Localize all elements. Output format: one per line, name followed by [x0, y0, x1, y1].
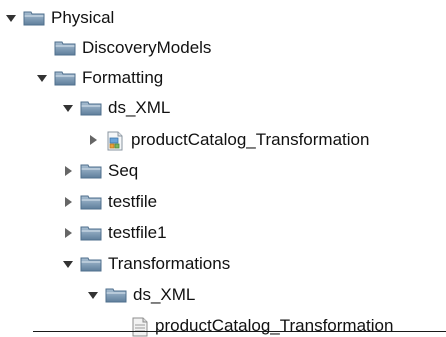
tree-node-product-catalog-transformation[interactable]: productCatalog_Transformation — [112, 311, 393, 337]
tree-view: Physical DiscoveryModels Formatting ds_X… — [0, 0, 446, 337]
tree-node-label: testfile — [108, 192, 158, 211]
expanded-arrow-icon[interactable] — [61, 101, 75, 115]
tree-node-transformations[interactable]: Transformations — [61, 249, 230, 279]
collapsed-arrow-icon[interactable] — [61, 226, 75, 240]
tree-node-label: productCatalog_Transformation — [131, 130, 370, 149]
folder-icon — [80, 99, 102, 117]
expanded-arrow-icon[interactable] — [4, 11, 18, 25]
folder-icon — [23, 9, 45, 27]
tree-node-label: testfile1 — [108, 223, 167, 242]
tree-node-ds-xml[interactable]: ds_XML — [61, 93, 170, 123]
tree-node-seq[interactable]: Seq — [61, 156, 138, 186]
tree-node-physical[interactable]: Physical — [4, 3, 114, 33]
expanded-arrow-icon[interactable] — [35, 71, 49, 85]
tree-node-label: Seq — [108, 161, 139, 180]
tree-node-discovery-models[interactable]: DiscoveryModels — [35, 33, 211, 63]
folder-icon — [54, 39, 76, 57]
tree-node-label: Physical — [51, 8, 115, 27]
folder-icon — [80, 255, 102, 273]
folder-icon — [80, 193, 102, 211]
folder-icon — [105, 286, 127, 304]
tree-node-label: productCatalog_Transformation — [155, 316, 394, 335]
expanded-arrow-icon[interactable] — [61, 257, 75, 271]
document-icon — [131, 317, 149, 337]
collapsed-arrow-icon[interactable] — [61, 195, 75, 209]
tree-node-label: Transformations — [108, 254, 231, 273]
tree-node-label: DiscoveryModels — [82, 38, 212, 57]
expanded-arrow-icon[interactable] — [86, 288, 100, 302]
collapsed-arrow-icon[interactable] — [86, 133, 100, 147]
collapsed-arrow-icon[interactable] — [61, 164, 75, 178]
schema-file-icon — [105, 131, 125, 151]
tree-node-testfile[interactable]: testfile — [61, 187, 157, 217]
folder-icon — [54, 69, 76, 87]
divider — [33, 331, 446, 332]
folder-icon — [80, 224, 102, 242]
tree-node-label: Formatting — [82, 68, 164, 87]
tree-node-ds-xml[interactable]: ds_XML — [86, 280, 195, 310]
tree-node-formatting[interactable]: Formatting — [35, 63, 163, 93]
folder-icon — [80, 162, 102, 180]
tree-node-testfile1[interactable]: testfile1 — [61, 218, 167, 248]
tree-node-label: ds_XML — [133, 285, 196, 304]
tree-node-label: ds_XML — [108, 98, 171, 117]
tree-node-product-catalog-transformation[interactable]: productCatalog_Transformation — [86, 125, 369, 155]
